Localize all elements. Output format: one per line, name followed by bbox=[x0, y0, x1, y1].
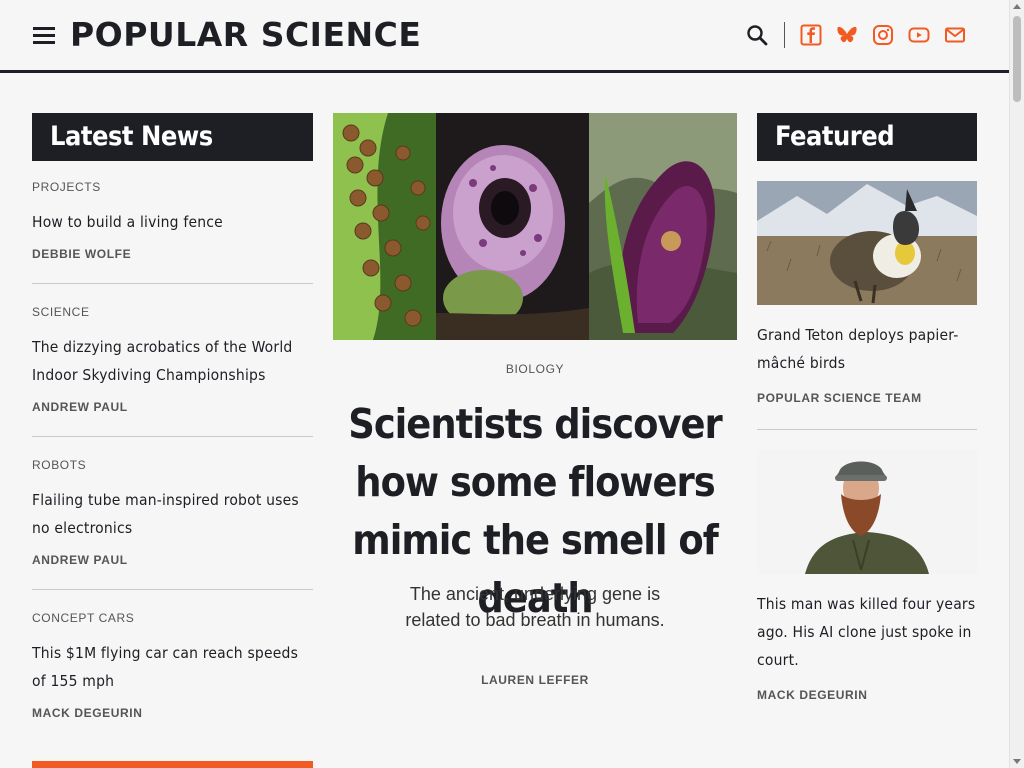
featured-byline[interactable]: MACK DEGEURIN bbox=[757, 688, 867, 702]
scroll-down-icon[interactable] bbox=[1013, 759, 1021, 764]
hero-image[interactable] bbox=[333, 113, 737, 340]
hamburger-menu-icon[interactable] bbox=[33, 27, 55, 45]
hero-dek: The ancient, underlying gene is related … bbox=[405, 584, 665, 630]
article-title[interactable]: How to build a living fence bbox=[32, 208, 313, 236]
list-item[interactable]: SCIENCE The dizzying acrobatics of the W… bbox=[32, 305, 313, 437]
instagram-icon[interactable] bbox=[872, 24, 894, 46]
article-category[interactable]: SCIENCE bbox=[32, 305, 313, 319]
bluesky-icon[interactable] bbox=[836, 24, 858, 46]
featured-byline[interactable]: POPULAR SCIENCE TEAM bbox=[757, 391, 922, 405]
youtube-icon[interactable] bbox=[908, 24, 930, 46]
scroll-up-icon[interactable] bbox=[1013, 4, 1021, 9]
page-scrollbar[interactable] bbox=[1009, 0, 1024, 768]
article-category[interactable]: CONCEPT CARS bbox=[32, 611, 313, 625]
more-news-button[interactable] bbox=[32, 761, 313, 768]
article-title[interactable]: This $1M flying car can reach speeds of … bbox=[32, 639, 313, 695]
article-byline[interactable]: ANDREW PAUL bbox=[32, 400, 313, 414]
featured-image[interactable] bbox=[757, 450, 977, 574]
article-byline[interactable]: DEBBIE WOLFE bbox=[32, 247, 313, 261]
scrollbar-thumb[interactable] bbox=[1013, 16, 1021, 102]
hero-byline[interactable]: LAUREN LEFFER bbox=[333, 673, 737, 687]
header-icons bbox=[746, 22, 980, 48]
list-item[interactable]: PROJECTS How to build a living fence DEB… bbox=[32, 180, 313, 284]
list-item[interactable]: CONCEPT CARS This $1M flying car can rea… bbox=[32, 611, 313, 742]
site-header: POPULAR SCIENCE bbox=[0, 0, 1009, 73]
header-divider bbox=[784, 22, 785, 48]
email-icon[interactable] bbox=[944, 24, 966, 46]
article-byline[interactable]: ANDREW PAUL bbox=[32, 553, 313, 567]
latest-news-heading: Latest News bbox=[32, 113, 313, 161]
article-title[interactable]: The dizzying acrobatics of the World Ind… bbox=[32, 333, 313, 389]
search-icon[interactable] bbox=[746, 24, 768, 46]
featured-title[interactable]: This man was killed four years ago. His … bbox=[757, 590, 977, 674]
list-item[interactable]: ROBOTS Flailing tube man-inspired robot … bbox=[32, 458, 313, 590]
featured-heading: Featured bbox=[757, 113, 977, 161]
latest-news-list: PROJECTS How to build a living fence DEB… bbox=[32, 180, 313, 763]
article-category[interactable]: ROBOTS bbox=[32, 458, 313, 472]
facebook-icon[interactable] bbox=[800, 24, 822, 46]
featured-image[interactable] bbox=[757, 181, 977, 305]
article-category[interactable]: PROJECTS bbox=[32, 180, 313, 194]
site-logo[interactable]: POPULAR SCIENCE bbox=[70, 15, 421, 54]
article-byline[interactable]: MACK DEGEURIN bbox=[32, 706, 313, 720]
divider bbox=[757, 429, 977, 430]
article-title[interactable]: Flailing tube man-inspired robot uses no… bbox=[32, 486, 313, 542]
hero-category[interactable]: BIOLOGY bbox=[333, 362, 737, 376]
featured-title[interactable]: Grand Teton deploys papier-mâché birds bbox=[757, 321, 977, 377]
